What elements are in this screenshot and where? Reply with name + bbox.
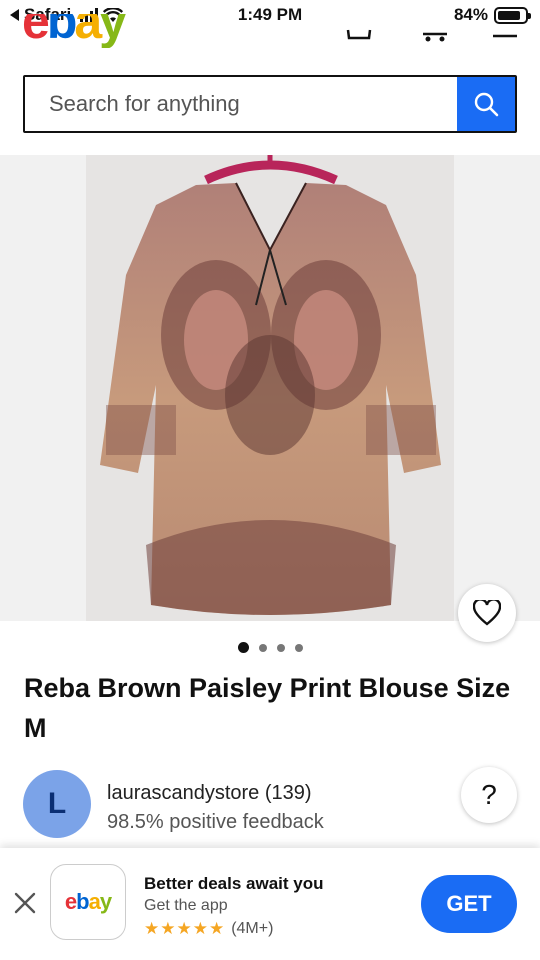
account-icon[interactable]: [420, 22, 450, 42]
app-rating: ★★★★★ (4M+): [144, 919, 273, 939]
banner-headline: Better deals await you: [144, 874, 324, 893]
pagination-dot[interactable]: [237, 642, 249, 653]
rating-count: (4M+): [231, 920, 274, 937]
seller-info[interactable]: L laurascandystore (139) 98.5% positive …: [23, 767, 517, 838]
battery-icon: [494, 6, 531, 24]
search-icon: [474, 92, 499, 117]
banner-subline: Get the app: [144, 897, 228, 914]
battery-percent: 84%: [453, 5, 488, 24]
search-button[interactable]: [457, 77, 515, 131]
pagination-dot[interactable]: [258, 643, 267, 652]
image-gallery[interactable]: [0, 155, 540, 642]
close-icon[interactable]: [12, 890, 38, 916]
pagination-dot[interactable]: [294, 643, 303, 652]
ebay-app-icon: ebay: [50, 864, 126, 940]
star-rating-icon: ★★★★★: [144, 919, 226, 938]
search-bar: [23, 75, 517, 133]
app-install-banner: ebay Better deals await you Get the app …: [0, 848, 540, 960]
ebay-logo[interactable]: ebay: [22, 14, 132, 48]
blouse-illustration: [100, 155, 441, 615]
get-app-button[interactable]: GET: [421, 875, 517, 933]
product-image[interactable]: [86, 155, 454, 621]
help-button[interactable]: ?: [461, 767, 517, 823]
gallery-pagination[interactable]: [0, 642, 540, 653]
search-input[interactable]: [25, 77, 457, 131]
product-title: Reba Brown Paisley Print Blouse Size M: [24, 673, 511, 743]
seller-avatar[interactable]: L: [23, 770, 91, 838]
heart-icon: [473, 600, 501, 626]
seller-name[interactable]: laurascandystore (139): [107, 782, 312, 805]
pagination-dot[interactable]: [276, 643, 285, 652]
seller-feedback: 98.5% positive feedback: [107, 811, 324, 833]
menu-icon[interactable]: [492, 22, 518, 42]
favorite-button[interactable]: [458, 584, 516, 642]
cart-icon[interactable]: [345, 22, 373, 42]
